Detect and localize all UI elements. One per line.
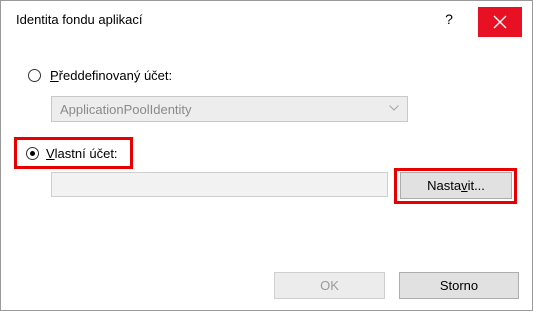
dropdown-value: ApplicationPoolIdentity — [60, 102, 192, 117]
custom-account-label[interactable]: Vlastní účet: — [46, 146, 118, 161]
close-icon — [493, 15, 507, 29]
predefined-account-accelerator: P — [50, 68, 59, 83]
predefined-account-label[interactable]: Předdefinovaný účet: — [50, 68, 172, 83]
custom-account-radio[interactable] — [26, 147, 39, 160]
predefined-account-radio[interactable] — [28, 69, 41, 82]
app-pool-identity-dialog: Identita fondu aplikací ? Předdefinovaný… — [0, 0, 533, 311]
set-button-label-post: it... — [467, 178, 485, 193]
close-button[interactable] — [478, 7, 522, 37]
help-button[interactable]: ? — [434, 5, 464, 33]
predefined-account-label-text: ředdefinovaný účet: — [58, 68, 173, 83]
dialog-title: Identita fondu aplikací — [16, 12, 143, 27]
cancel-button[interactable]: Storno — [399, 272, 519, 299]
chevron-down-icon — [389, 105, 399, 111]
custom-account-label-text: lastní účet: — [54, 146, 118, 161]
set-button[interactable]: Nastavit... — [400, 172, 512, 199]
predefined-account-dropdown[interactable]: ApplicationPoolIdentity — [51, 96, 408, 122]
title-bar: Identita fondu aplikací ? — [1, 1, 532, 37]
radio-selected-dot — [30, 151, 35, 156]
ok-button[interactable]: OK — [274, 272, 385, 299]
custom-account-field[interactable] — [51, 172, 388, 197]
custom-account-accelerator: V — [46, 146, 55, 161]
set-button-label-pre: Nasta — [427, 178, 462, 193]
